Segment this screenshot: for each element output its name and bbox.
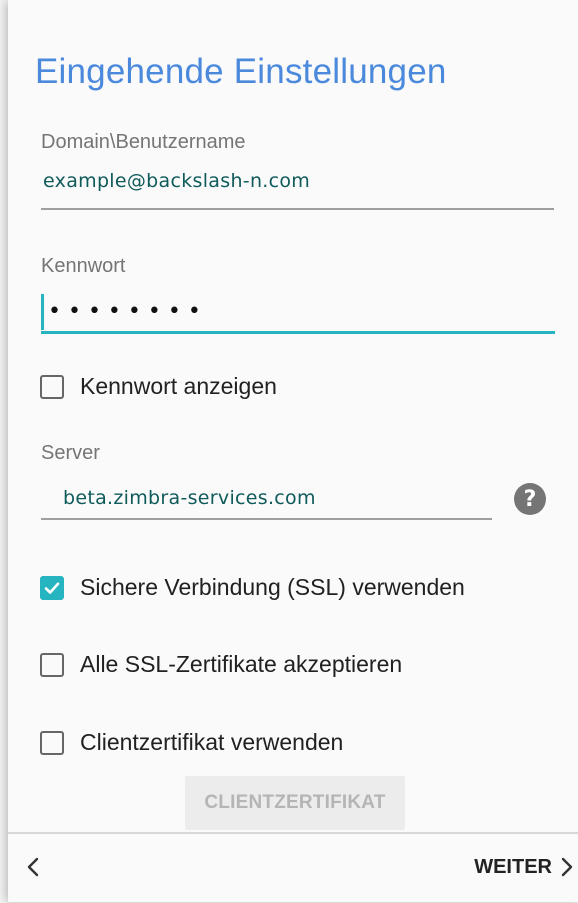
username-label: Domain\Benutzername xyxy=(41,131,246,153)
text-cursor xyxy=(41,294,44,330)
server-underline xyxy=(41,518,492,520)
password-input[interactable]: •••••••• xyxy=(41,290,554,334)
password-label: Kennwort xyxy=(41,255,126,277)
client-cert-row[interactable]: Clientzertifikat verwenden xyxy=(40,729,343,756)
accept-all-ssl-checkbox[interactable] xyxy=(40,652,64,677)
accept-all-ssl-row[interactable]: Alle SSL-Zertifikate akzeptieren xyxy=(40,651,402,678)
help-circle-icon[interactable]: ? xyxy=(514,483,546,515)
chevron-right-icon xyxy=(561,857,573,877)
password-value: •••••••• xyxy=(48,299,208,324)
username-underline xyxy=(41,208,554,210)
show-password-checkbox[interactable] xyxy=(40,374,64,399)
checkmark-icon xyxy=(44,582,60,594)
ssl-checkbox[interactable] xyxy=(40,575,64,600)
accept-all-ssl-label: Alle SSL-Zertifikate akzeptieren xyxy=(80,651,403,677)
ssl-label: Sichere Verbindung (SSL) verwenden xyxy=(80,574,465,600)
page-title: Eingehende Einstellungen xyxy=(35,52,447,91)
next-label: WEITER xyxy=(474,855,552,878)
username-input[interactable]: example@backslash-n.com xyxy=(43,170,310,192)
ssl-row[interactable]: Sichere Verbindung (SSL) verwenden xyxy=(40,574,465,601)
server-input[interactable]: beta.zimbra-services.com xyxy=(63,487,316,509)
back-button[interactable] xyxy=(18,852,48,882)
show-password-row[interactable]: Kennwort anzeigen xyxy=(40,373,277,400)
client-cert-checkbox[interactable] xyxy=(40,730,64,755)
client-cert-button[interactable]: CLIENTZERTIFIKAT xyxy=(185,776,405,830)
next-button[interactable]: WEITER xyxy=(474,852,574,882)
bottom-nav-bar: WEITER xyxy=(8,832,578,902)
settings-screen: Eingehende Einstellungen Domain\Benutzer… xyxy=(8,0,578,902)
client-cert-label: Clientzertifikat verwenden xyxy=(80,729,344,755)
chevron-left-icon xyxy=(27,857,39,877)
show-password-label: Kennwort anzeigen xyxy=(80,373,277,399)
password-underline xyxy=(41,331,555,334)
server-label: Server xyxy=(41,442,100,464)
